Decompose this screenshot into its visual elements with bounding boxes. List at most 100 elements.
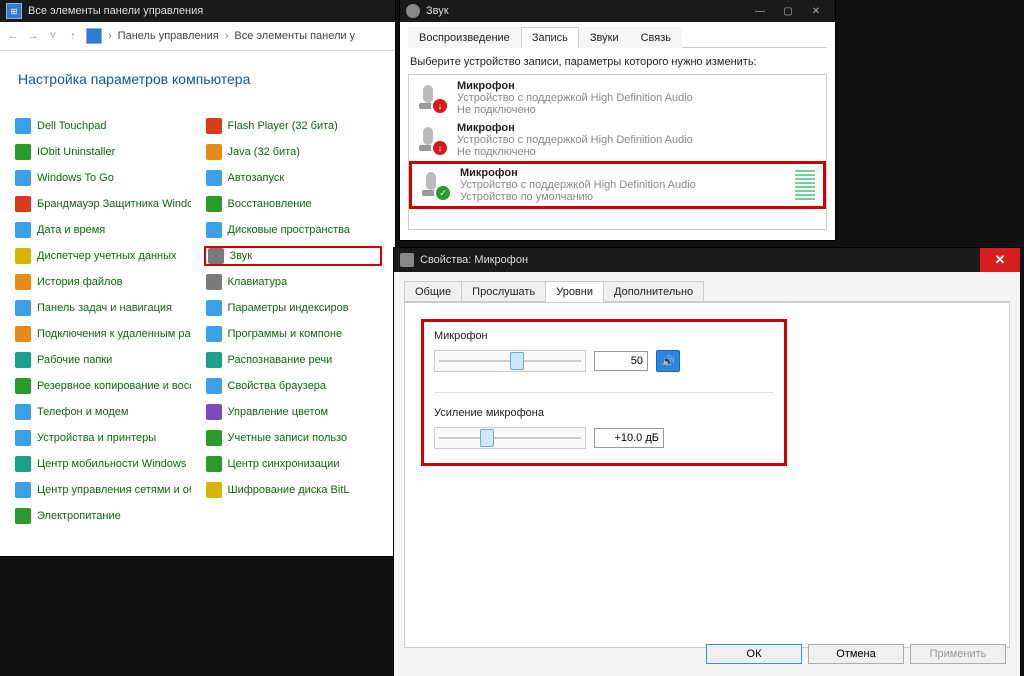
breadcrumb-root-icon[interactable]: [86, 28, 102, 44]
sound-titlebar[interactable]: Звук — ▢ ✕: [400, 0, 835, 22]
cp-item[interactable]: Панель задач и навигация: [14, 299, 191, 317]
cp-item-icon: [15, 326, 31, 342]
cp-item-label: Автозапуск: [228, 171, 285, 185]
cp-item[interactable]: Java (32 бита): [205, 143, 382, 161]
speaker-icon[interactable]: 🔊: [656, 350, 680, 372]
nav-dropdown-icon[interactable]: ˅: [46, 30, 60, 42]
tab-general[interactable]: Общие: [404, 281, 462, 302]
cp-item[interactable]: Восстановление: [205, 195, 382, 213]
nav-back-icon[interactable]: ←: [6, 30, 20, 42]
cp-item-label: Flash Player (32 бита): [228, 119, 338, 133]
cp-item-label: Центр синхронизации: [228, 457, 340, 471]
cp-item[interactable]: Свойства браузера: [205, 377, 382, 395]
cp-item[interactable]: Dell Touchpad: [14, 117, 191, 135]
cp-item[interactable]: Автозапуск: [205, 169, 382, 187]
cp-item-label: Телефон и модем: [37, 405, 128, 419]
cp-item-icon: [206, 482, 222, 498]
cp-item[interactable]: Звук: [204, 246, 383, 266]
levels-tab-content: Микрофон 50 🔊 Усиление микрофона: [405, 302, 1009, 612]
cp-item[interactable]: Параметры индексиров: [205, 299, 382, 317]
cp-item[interactable]: Центр синхронизации: [205, 455, 382, 473]
cp-item-label: Устройства и принтеры: [37, 431, 156, 445]
device-text: МикрофонУстройство с поддержкой High Def…: [460, 167, 785, 203]
cp-item[interactable]: Дата и время: [14, 221, 191, 239]
tab-recording[interactable]: Запись: [521, 27, 579, 48]
cp-item[interactable]: Flash Player (32 бита): [205, 117, 382, 135]
cp-item[interactable]: История файлов: [14, 273, 191, 291]
cp-item[interactable]: Подключения к удаленным рабоч…: [14, 325, 191, 343]
control-panel-window: ⊞ Все элементы панели управления ← → ˅ ↑…: [0, 0, 395, 556]
cp-item-icon: [206, 196, 222, 212]
close-button[interactable]: ✕: [803, 3, 829, 19]
cp-item[interactable]: Резервное копирование и восстан…: [14, 377, 191, 395]
mic-boost-label: Усиление микрофона: [434, 407, 774, 419]
cp-item-icon: [15, 222, 31, 238]
cp-item[interactable]: Шифрование диска BitL: [205, 481, 382, 499]
cp-item[interactable]: Телефон и модем: [14, 403, 191, 421]
cp-item-icon: [15, 404, 31, 420]
tab-advanced[interactable]: Дополнительно: [603, 281, 704, 302]
device-name: Микрофон: [460, 167, 785, 179]
cp-item-icon: [206, 326, 222, 342]
cp-item[interactable]: Центр мобильности Windows: [14, 455, 191, 473]
levels-highlight-box: Микрофон 50 🔊 Усиление микрофона: [421, 319, 787, 466]
tab-sounds[interactable]: Звуки: [579, 27, 630, 48]
device-desc: Устройство с поддержкой High Definition …: [460, 179, 785, 191]
device-row[interactable]: ✓МикрофонУстройство с поддержкой High De…: [409, 161, 826, 209]
cp-item-icon: [206, 274, 222, 290]
cp-item-label: Звук: [230, 249, 253, 263]
prop-titlebar[interactable]: Свойства: Микрофон ✕: [394, 248, 1020, 272]
minimize-button[interactable]: —: [747, 3, 773, 19]
cp-item[interactable]: Брандмауэр Защитника Windows: [14, 195, 191, 213]
cp-item[interactable]: Устройства и принтеры: [14, 429, 191, 447]
cp-item[interactable]: Программы и компоне: [205, 325, 382, 343]
device-row[interactable]: ↓МикрофонУстройство с поддержкой High De…: [409, 77, 826, 119]
cp-item[interactable]: IObit Uninstaller: [14, 143, 191, 161]
cp-titlebar[interactable]: ⊞ Все элементы панели управления: [0, 0, 395, 22]
ok-button[interactable]: ОК: [706, 644, 802, 664]
cp-navbar: ← → ˅ ↑ › Панель управления › Все элемен…: [0, 22, 395, 51]
cp-item[interactable]: Учетные записи пользо: [205, 429, 382, 447]
chevron-right-icon: ›: [108, 30, 112, 42]
close-button[interactable]: ✕: [980, 248, 1020, 272]
mic-volume-slider[interactable]: [434, 350, 586, 372]
cp-item[interactable]: Электропитание: [14, 507, 191, 525]
mic-boost-value[interactable]: +10.0 дБ: [594, 428, 664, 448]
cp-heading: Настройка параметров компьютера: [18, 71, 381, 87]
cp-item-label: Центр мобильности Windows: [37, 457, 186, 471]
cp-item[interactable]: Клавиатура: [205, 273, 382, 291]
cp-item[interactable]: Windows To Go: [14, 169, 191, 187]
microphone-device-icon: ↓: [417, 125, 447, 155]
cp-item[interactable]: Управление цветом: [205, 403, 382, 421]
nav-up-icon[interactable]: ↑: [66, 30, 80, 42]
cancel-button[interactable]: Отмена: [808, 644, 904, 664]
mic-boost-slider[interactable]: [434, 427, 586, 449]
sound-window: Звук — ▢ ✕ Воспроизведение Запись Звуки …: [400, 0, 835, 240]
tab-playback[interactable]: Воспроизведение: [408, 27, 521, 48]
cp-item[interactable]: Дисковые пространства: [205, 221, 382, 239]
speaker-icon: [406, 4, 420, 18]
apply-button[interactable]: Применить: [910, 644, 1006, 664]
cp-item-label: Java (32 бита): [228, 145, 300, 159]
cp-item-icon: [206, 430, 222, 446]
breadcrumb-2[interactable]: Все элементы панели у: [234, 30, 355, 42]
tab-communications[interactable]: Связь: [630, 27, 682, 48]
tab-levels[interactable]: Уровни: [545, 281, 604, 302]
device-text: МикрофонУстройство с поддержкой High Def…: [457, 80, 818, 116]
cp-item[interactable]: Диспетчер учетных данных: [14, 247, 191, 265]
device-row[interactable]: ↓МикрофонУстройство с поддержкой High De…: [409, 119, 826, 161]
cp-item[interactable]: Центр управления сетями и общи…: [14, 481, 191, 499]
breadcrumb-1[interactable]: Панель управления: [118, 30, 219, 42]
cp-item[interactable]: Распознавание речи: [205, 351, 382, 369]
device-status: Устройство по умолчанию: [460, 191, 785, 203]
cp-body: Настройка параметров компьютера Dell Tou…: [0, 51, 395, 556]
tab-listen[interactable]: Прослушать: [461, 281, 546, 302]
mic-boost-group: Усиление микрофона +10.0 дБ: [434, 407, 774, 449]
recording-device-list[interactable]: ↓ МикрофонУстройство с поддержкой High De…: [408, 74, 827, 230]
cp-item[interactable]: Рабочие папки: [14, 351, 191, 369]
cp-item-icon: [206, 170, 222, 186]
mic-volume-value[interactable]: 50: [594, 351, 648, 371]
maximize-button[interactable]: ▢: [775, 3, 801, 19]
nav-forward-icon[interactable]: →: [26, 30, 40, 42]
cp-item-label: Рабочие папки: [37, 353, 112, 367]
